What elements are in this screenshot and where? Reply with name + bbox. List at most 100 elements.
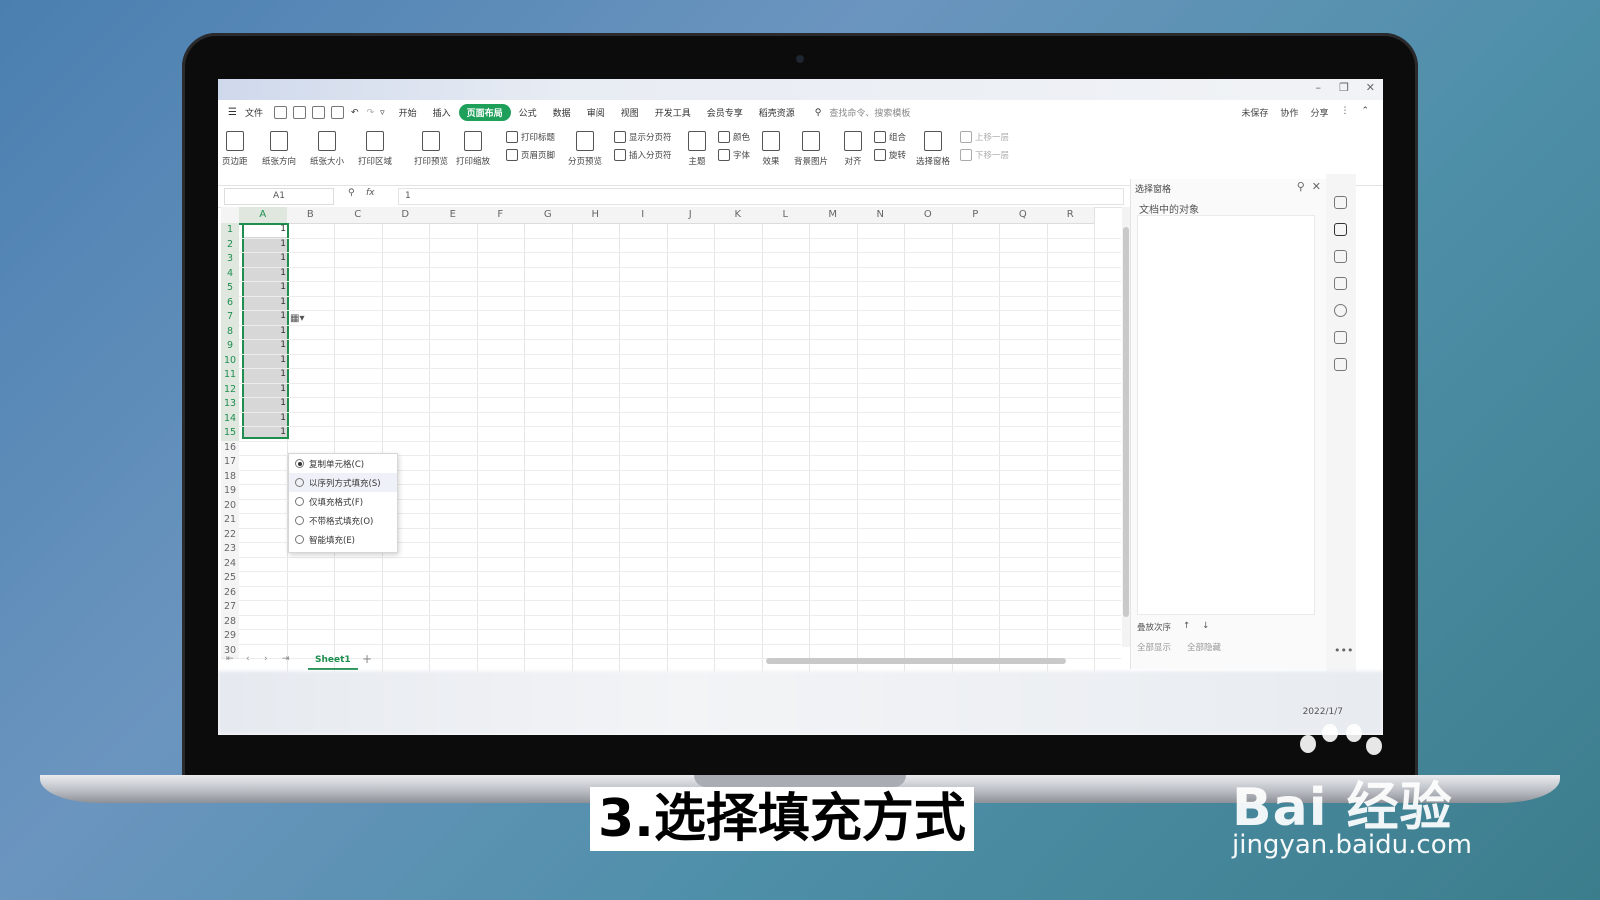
cell-value[interactable]: 1 (240, 398, 286, 408)
row-header[interactable]: 21 (221, 513, 239, 529)
row-header[interactable]: 11 (221, 368, 239, 384)
group-button[interactable]: 组合 (874, 131, 906, 143)
tab-review[interactable]: 审阅 (579, 104, 613, 121)
row-header[interactable]: 2 (221, 237, 239, 253)
row-header[interactable]: 24 (221, 556, 239, 572)
export-icon[interactable] (292, 106, 306, 119)
row-header[interactable]: 16 (221, 440, 239, 456)
cell-value[interactable]: 1 (240, 326, 286, 336)
row-header[interactable]: 18 (221, 469, 239, 485)
minimize-icon[interactable]: – (1316, 81, 1322, 94)
share-button[interactable]: 分享 (1310, 106, 1328, 119)
insert-page-break-button[interactable]: 插入分页符 (614, 149, 672, 161)
row-header[interactable]: 20 (221, 498, 239, 514)
cursor-icon[interactable] (1334, 223, 1347, 236)
row-header[interactable]: 25 (221, 571, 239, 587)
redo-icon[interactable]: ↷ (367, 108, 375, 118)
theme-button[interactable]: 主题 (688, 131, 706, 167)
cell-value[interactable]: 1 (240, 384, 286, 394)
column-header[interactable]: D (381, 207, 430, 224)
formula-input[interactable]: 1 (398, 188, 1124, 205)
vertical-scrollbar[interactable] (1122, 207, 1130, 647)
orientation-button[interactable]: 纸张方向 (262, 131, 296, 167)
print-preview-button[interactable]: 打印预览 (414, 131, 448, 167)
send-backward-button[interactable]: 下移一层 (960, 149, 1009, 161)
column-header[interactable]: E (429, 207, 478, 224)
margins-button[interactable]: 页边距 (222, 131, 248, 167)
colors-button[interactable]: 颜色 (718, 131, 750, 143)
objects-list[interactable] (1137, 215, 1315, 615)
add-sheet-button[interactable]: + (362, 652, 372, 666)
row-header[interactable]: 3 (221, 252, 239, 268)
cell-value[interactable]: 1 (240, 311, 286, 321)
select-all-corner[interactable] (221, 207, 240, 224)
tab-page-layout[interactable]: 页面布局 (458, 104, 511, 121)
column-header[interactable]: G (524, 207, 573, 224)
column-header[interactable]: H (571, 207, 620, 224)
paper-size-button[interactable]: 纸张大小 (310, 131, 344, 167)
column-header[interactable]: C (334, 207, 383, 224)
row-header[interactable]: 15 (221, 426, 239, 442)
row-header[interactable]: 5 (221, 281, 239, 297)
first-sheet-icon[interactable]: ⇤ (226, 654, 234, 664)
cell-value[interactable]: 1 (240, 224, 286, 234)
column-header[interactable]: I (619, 207, 668, 224)
collapse-ribbon-icon[interactable]: ⌃ (1361, 106, 1369, 119)
cell-value[interactable]: 1 (240, 355, 286, 365)
cell-value[interactable]: 1 (240, 239, 286, 249)
row-header[interactable]: 9 (221, 339, 239, 355)
column-header[interactable]: N (856, 207, 905, 224)
fill-option-without-format[interactable]: 不带格式填充(O) (289, 511, 397, 530)
row-header[interactable]: 26 (221, 585, 239, 601)
row-header[interactable]: 28 (221, 614, 239, 630)
fill-option-format-only[interactable]: 仅填充格式(F) (289, 492, 397, 511)
page-break-preview-button[interactable]: 分页预览 (568, 131, 602, 167)
chevron-down-icon[interactable]: ▿ (380, 108, 385, 118)
tab-data[interactable]: 数据 (545, 104, 579, 121)
unsaved-button[interactable]: 未保存 (1241, 106, 1268, 119)
help-icon[interactable] (1334, 304, 1347, 317)
tab-view[interactable]: 视图 (613, 104, 647, 121)
show-all-button[interactable]: 全部显示 (1137, 641, 1171, 653)
move-up-icon[interactable]: ↑ (1183, 621, 1190, 633)
more-options-icon[interactable]: ••• (1334, 644, 1353, 657)
column-header[interactable]: M (809, 207, 858, 224)
cell-value[interactable]: 1 (240, 268, 286, 278)
column-header[interactable]: K (714, 207, 763, 224)
print-titles-button[interactable]: 打印标题 (506, 131, 555, 143)
selection-pane-title[interactable]: 选择窗格 (1135, 182, 1171, 195)
column-header[interactable]: J (666, 207, 715, 224)
vertical-scroll-thumb[interactable] (1123, 227, 1129, 617)
hamburger-icon[interactable]: ☰ (228, 107, 237, 118)
collaborate-button[interactable]: 协作 (1280, 106, 1298, 119)
row-header[interactable]: 19 (221, 484, 239, 500)
sheet-tab-sheet1[interactable]: Sheet1 (308, 652, 358, 670)
next-sheet-icon[interactable]: › (264, 654, 268, 664)
align-button[interactable]: 对齐 (844, 131, 862, 167)
print-area-button[interactable]: 打印区域 (358, 131, 392, 167)
tab-member[interactable]: 会员专享 (699, 104, 751, 121)
bring-forward-button[interactable]: 上移一层 (960, 131, 1009, 143)
column-header[interactable]: P (951, 207, 1000, 224)
row-header[interactable]: 1 (221, 223, 239, 239)
row-header[interactable]: 12 (221, 382, 239, 398)
column-header[interactable]: L (761, 207, 810, 224)
menu-file[interactable]: 文件 (237, 104, 271, 121)
row-header[interactable]: 4 (221, 266, 239, 282)
row-header[interactable]: 22 (221, 527, 239, 543)
cell-value[interactable]: 1 (240, 282, 286, 292)
background-image-button[interactable]: 背景图片 (794, 131, 828, 167)
last-sheet-icon[interactable]: ⇥ (282, 654, 290, 664)
hide-all-button[interactable]: 全部隐藏 (1187, 641, 1221, 653)
column-header[interactable]: B (286, 207, 335, 224)
cell-value[interactable]: 1 (240, 413, 286, 423)
save-icon[interactable] (273, 106, 287, 119)
tab-developer[interactable]: 开发工具 (647, 104, 699, 121)
fx-icon[interactable]: fx (366, 188, 375, 198)
crop-icon[interactable] (1334, 277, 1347, 290)
row-header[interactable]: 6 (221, 295, 239, 311)
tab-home[interactable]: 开始 (391, 104, 425, 121)
auto-fill-options-button[interactable]: ▦▾ (290, 313, 304, 324)
cell-value[interactable]: 1 (240, 253, 286, 263)
more-icon[interactable]: ⋮ (1340, 106, 1349, 119)
